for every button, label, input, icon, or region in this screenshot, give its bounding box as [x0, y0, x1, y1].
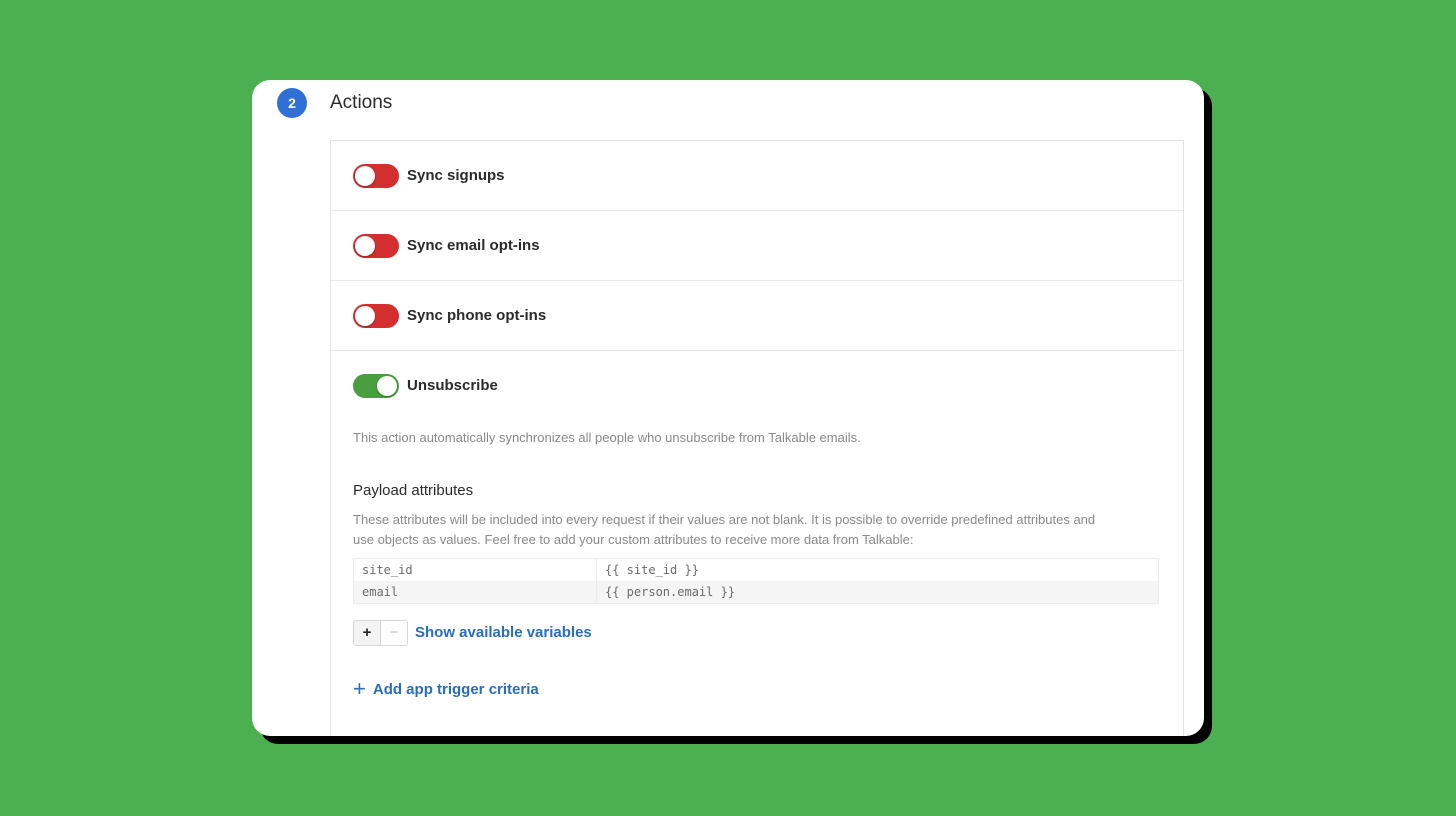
plus-icon: +	[353, 676, 366, 701]
actions-card: 2 Actions Sync signups Sync email opt-in…	[252, 80, 1204, 736]
sync-phone-opt-ins-label: Sync phone opt-ins	[407, 307, 547, 324]
add-app-trigger-criteria[interactable]: + Add app trigger criteria	[353, 678, 1161, 700]
remove-attribute-button[interactable]: −	[381, 621, 407, 645]
step-number-badge: 2	[277, 88, 307, 118]
actions-panel: Sync signups Sync email opt-ins Sync pho…	[330, 140, 1184, 736]
add-remove-group: + −	[353, 620, 408, 646]
table-row: email {{ person.email }}	[353, 581, 1159, 604]
attribute-controls: + − Show available variables	[353, 620, 1161, 646]
unsubscribe-toggle[interactable]	[353, 374, 399, 398]
attribute-key-cell[interactable]: site_id	[353, 558, 597, 581]
action-row-sync-phone-opt-ins: Sync phone opt-ins	[331, 281, 1183, 351]
toggle-knob	[377, 376, 397, 396]
sync-signups-label: Sync signups	[407, 167, 505, 184]
add-app-trigger-criteria-link[interactable]: Add app trigger criteria	[373, 681, 539, 698]
payload-attributes-title: Payload attributes	[353, 482, 474, 499]
show-available-variables-link[interactable]: Show available variables	[415, 623, 592, 643]
attribute-value-cell[interactable]: {{ person.email }}	[596, 581, 1159, 604]
attribute-key-cell[interactable]: email	[353, 581, 597, 604]
section-title: Actions	[330, 92, 393, 113]
sync-phone-opt-ins-toggle[interactable]	[353, 304, 399, 328]
toggle-knob	[355, 166, 375, 186]
action-row-sync-email-opt-ins: Sync email opt-ins	[331, 211, 1183, 281]
payload-attributes-description: These attributes will be included into e…	[353, 512, 1096, 547]
sync-email-opt-ins-label: Sync email opt-ins	[407, 237, 540, 254]
payload-attributes-table: site_id {{ site_id }} email {{ person.em…	[353, 558, 1159, 604]
action-row-sync-signups: Sync signups	[331, 141, 1183, 211]
add-attribute-button[interactable]: +	[354, 621, 381, 645]
toggle-knob	[355, 306, 375, 326]
unsubscribe-label: Unsubscribe	[407, 377, 498, 394]
sync-signups-toggle[interactable]	[353, 164, 399, 188]
toggle-knob	[355, 236, 375, 256]
unsubscribe-description: This action automatically synchronizes a…	[353, 430, 861, 445]
sync-email-opt-ins-toggle[interactable]	[353, 234, 399, 258]
action-row-unsubscribe: Unsubscribe This action automatically sy…	[331, 351, 1183, 700]
table-row: site_id {{ site_id }}	[353, 558, 1159, 581]
attribute-value-cell[interactable]: {{ site_id }}	[596, 558, 1159, 581]
